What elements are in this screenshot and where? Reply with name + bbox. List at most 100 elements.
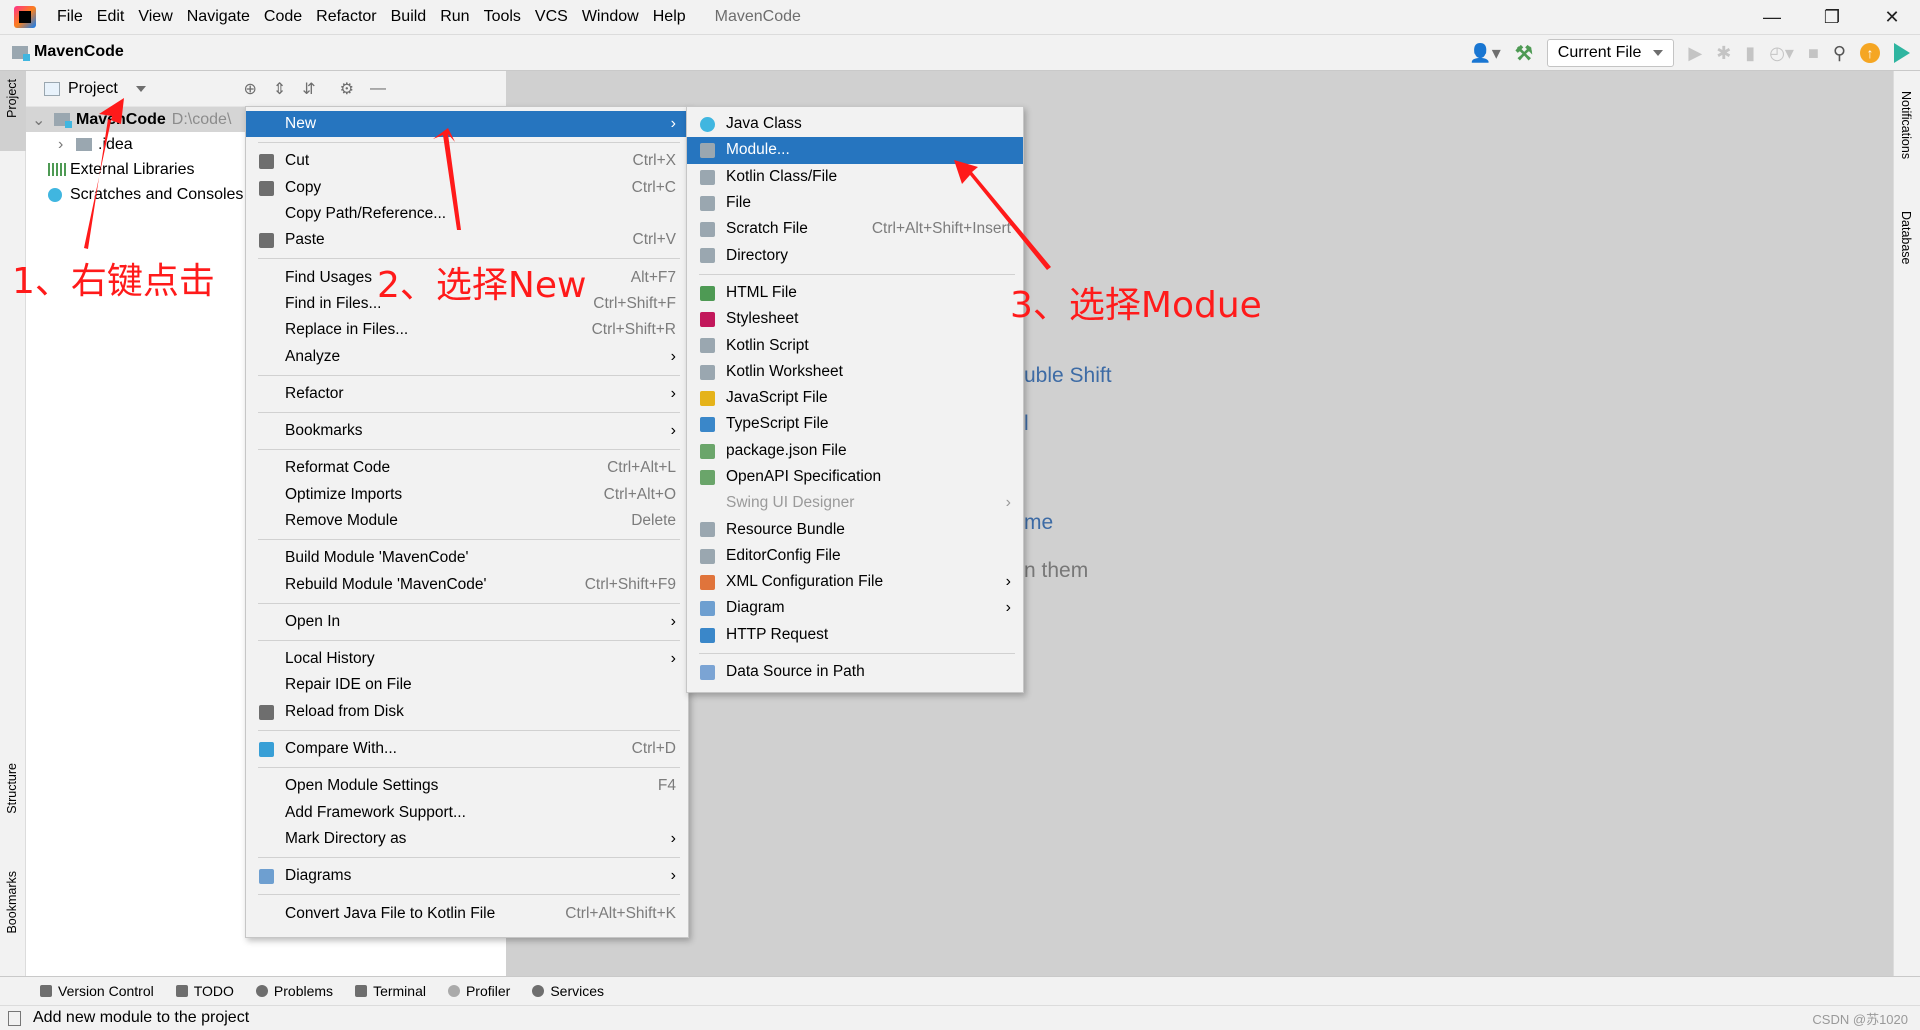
new-submenu-item-editorconfig-file[interactable]: EditorConfig File xyxy=(687,543,1023,569)
new-submenu-item-directory[interactable]: Directory xyxy=(687,242,1023,268)
run-icon[interactable]: ▶ xyxy=(1688,43,1702,64)
context-menu-item-repair-ide-on-file[interactable]: Repair IDE on File xyxy=(246,672,688,698)
vcs-user-icon[interactable]: 👤▾ xyxy=(1469,43,1500,64)
new-submenu-item-openapi-specification[interactable]: OpenAPI Specification xyxy=(687,464,1023,490)
context-menu-item-build-module-mavencode[interactable]: Build Module 'MavenCode' xyxy=(246,545,688,571)
structure-tool-tab[interactable]: Structure xyxy=(5,763,19,814)
run-configuration-select[interactable]: Current File xyxy=(1546,39,1675,67)
new-submenu-item-diagram[interactable]: Diagram › xyxy=(687,595,1023,621)
hide-icon[interactable]: — xyxy=(370,80,386,98)
context-menu-item-open-in[interactable]: Open In › xyxy=(246,609,688,635)
context-menu-item-paste[interactable]: Paste Ctrl+V xyxy=(246,227,688,253)
menu-code[interactable]: Code xyxy=(257,8,309,26)
context-menu-item-diagrams[interactable]: Diagrams › xyxy=(246,863,688,889)
context-menu-item-new[interactable]: New › xyxy=(246,111,688,138)
breadcrumb-project[interactable]: MavenCode xyxy=(12,43,124,61)
stop-icon[interactable]: ■ xyxy=(1808,43,1819,64)
context-menu-item-copy[interactable]: Copy Ctrl+C xyxy=(246,175,688,201)
new-submenu-item-module[interactable]: Module... xyxy=(687,137,1023,164)
new-submenu-item-typescript-file[interactable]: TypeScript File xyxy=(687,411,1023,437)
new-submenu-item-kotlin-class-file[interactable]: Kotlin Class/File xyxy=(687,164,1023,190)
new-submenu-item-javascript-file[interactable]: JavaScript File xyxy=(687,385,1023,411)
new-submenu-item-java-class[interactable]: Java Class xyxy=(687,111,1023,137)
project-view-select[interactable]: Project xyxy=(68,80,118,98)
new-submenu-item-file[interactable]: File xyxy=(687,190,1023,216)
new-submenu-item-xml-configuration-file[interactable]: XML Configuration File › xyxy=(687,569,1023,595)
menu-run[interactable]: Run xyxy=(433,8,476,26)
profile-icon[interactable]: ◴▾ xyxy=(1769,43,1794,64)
context-menu-item-compare-with[interactable]: Compare With... Ctrl+D xyxy=(246,736,688,762)
menu-refactor[interactable]: Refactor xyxy=(309,8,383,26)
new-submenu-item-kotlin-worksheet[interactable]: Kotlin Worksheet xyxy=(687,359,1023,385)
expand-all-icon[interactable]: ⇕ xyxy=(273,79,286,99)
notifications-tool-tab[interactable]: Notifications xyxy=(1899,91,1913,159)
new-submenu-item-http-request[interactable]: HTTP Request xyxy=(687,622,1023,648)
menu-item-label: OpenAPI Specification xyxy=(726,468,882,485)
module-icon xyxy=(700,143,715,159)
menu-file[interactable]: File xyxy=(50,8,90,26)
context-menu-item-rebuild-module-mavencode[interactable]: Rebuild Module 'MavenCode' Ctrl+Shift+F9 xyxy=(246,571,688,597)
locate-icon[interactable]: ⊕ xyxy=(243,79,256,99)
build-hammer-icon[interactable]: ⚒ xyxy=(1515,41,1533,66)
context-menu-item-refactor[interactable]: Refactor › xyxy=(246,381,688,407)
context-menu-item-replace-in-files[interactable]: Replace in Files... Ctrl+Shift+R xyxy=(246,317,688,343)
menu-item-label: HTTP Request xyxy=(726,625,829,643)
new-submenu-item-stylesheet[interactable]: Stylesheet xyxy=(687,306,1023,332)
todo-tab[interactable]: TODO xyxy=(175,983,234,999)
context-menu-item-open-module-settings[interactable]: Open Module Settings F4 xyxy=(246,773,688,799)
folder-icon xyxy=(700,248,715,264)
menu-tools[interactable]: Tools xyxy=(477,8,528,26)
coverage-icon[interactable]: ▮ xyxy=(1745,43,1755,64)
new-submenu-item-scratch-file[interactable]: Scratch File Ctrl+Alt+Shift+Insert xyxy=(687,216,1023,242)
context-menu-item-convert-java-file-to-kotlin-file[interactable]: Convert Java File to Kotlin File Ctrl+Alt… xyxy=(246,900,688,926)
bookmarks-tool-tab[interactable]: Bookmarks xyxy=(5,871,19,934)
context-menu-item-reformat-code[interactable]: Reformat Code Ctrl+Alt+L xyxy=(246,455,688,481)
annotation-step2: 2、选择New xyxy=(377,265,587,306)
jetbrains-toolbox-icon[interactable] xyxy=(1894,43,1910,63)
context-menu-item-add-framework-support[interactable]: Add Framework Support... xyxy=(246,800,688,826)
context-menu-item-reload-from-disk[interactable]: Reload from Disk xyxy=(246,699,688,725)
menu-window[interactable]: Window xyxy=(575,8,646,26)
menu-item-label: Paste xyxy=(285,231,325,249)
new-submenu-item-package-json-file[interactable]: package.json File xyxy=(687,438,1023,464)
search-icon[interactable]: ⚲ xyxy=(1833,43,1846,64)
project-tool-tab[interactable]: Project xyxy=(5,79,19,118)
version-control-tab[interactable]: Version Control xyxy=(40,983,154,999)
editor-hint: uble Shift xyxy=(1024,364,1112,387)
problems-tab[interactable]: Problems xyxy=(255,983,333,999)
context-menu-item-remove-module[interactable]: Remove Module Delete xyxy=(246,508,688,534)
menu-build[interactable]: Build xyxy=(384,8,434,26)
status-layout-icon[interactable] xyxy=(8,1010,21,1026)
debug-icon[interactable]: ✱ xyxy=(1716,43,1731,64)
context-menu-item-optimize-imports[interactable]: Optimize Imports Ctrl+Alt+O xyxy=(246,482,688,508)
context-menu-item-bookmarks[interactable]: Bookmarks › xyxy=(246,418,688,444)
menu-navigate[interactable]: Navigate xyxy=(180,8,257,26)
restore-button[interactable]: ❐ xyxy=(1804,0,1860,35)
gear-icon[interactable]: ⚙ xyxy=(340,79,354,99)
context-menu-item-cut[interactable]: Cut Ctrl+X xyxy=(246,148,688,174)
context-menu-item-analyze[interactable]: Analyze › xyxy=(246,343,688,369)
collapse-all-icon[interactable]: ⇵ xyxy=(302,79,315,99)
menu-edit[interactable]: Edit xyxy=(90,8,132,26)
new-submenu-item-swing-ui-designer[interactable]: Swing UI Designer › xyxy=(687,490,1023,516)
menu-item-label: Swing UI Designer xyxy=(726,494,855,512)
minimize-button[interactable]: — xyxy=(1744,0,1800,35)
chevron-down-icon[interactable] xyxy=(135,85,146,92)
copy-icon xyxy=(259,180,274,196)
services-tab[interactable]: Services xyxy=(532,983,604,999)
menu-vcs[interactable]: VCS xyxy=(528,8,575,26)
new-submenu-item-kotlin-script[interactable]: Kotlin Script xyxy=(687,332,1023,358)
context-menu-item-mark-directory-as[interactable]: Mark Directory as › xyxy=(246,826,688,852)
new-submenu-item-data-source-in-path[interactable]: Data Source in Path xyxy=(687,659,1023,685)
new-submenu-item-resource-bundle[interactable]: Resource Bundle xyxy=(687,516,1023,542)
terminal-tab[interactable]: Terminal xyxy=(355,983,426,999)
new-submenu-item-html-file[interactable]: HTML File xyxy=(687,280,1023,306)
menu-view[interactable]: View xyxy=(131,8,179,26)
update-icon[interactable]: ↑ xyxy=(1860,43,1880,63)
profiler-tab[interactable]: Profiler xyxy=(447,983,510,999)
context-menu-item-local-history[interactable]: Local History › xyxy=(246,646,688,672)
close-button[interactable]: ✕ xyxy=(1864,0,1920,35)
context-menu-item-copy-path-reference[interactable]: Copy Path/Reference... xyxy=(246,201,688,227)
database-tool-tab[interactable]: Database xyxy=(1899,211,1913,265)
menu-help[interactable]: Help xyxy=(646,8,693,26)
